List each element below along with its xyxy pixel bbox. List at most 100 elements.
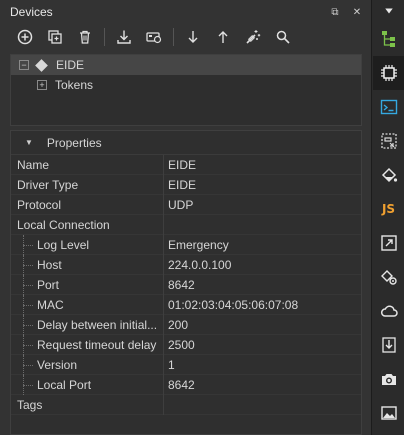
paint-bucket-icon <box>381 167 397 183</box>
rail-item-import[interactable] <box>373 328 404 362</box>
property-value[interactable]: 200 <box>164 318 188 332</box>
float-icon[interactable]: ⧉ <box>327 4 343 20</box>
property-name: Log Level <box>11 234 164 255</box>
property-value[interactable]: 8642 <box>164 278 195 292</box>
property-value[interactable]: Emergency <box>164 238 229 252</box>
property-row[interactable]: Local Connection <box>11 214 361 235</box>
property-row[interactable]: MAC 01:02:03:04:05:06:07:08 <box>11 294 361 315</box>
javascript-icon: JS <box>381 202 396 216</box>
rail-item-devices[interactable] <box>373 56 404 90</box>
search-button[interactable] <box>272 26 294 48</box>
move-up-button[interactable] <box>212 26 234 48</box>
device-button[interactable] <box>143 26 165 48</box>
property-value[interactable]: EIDE <box>164 158 196 172</box>
rail-item-external[interactable] <box>373 226 404 260</box>
tree-item-label: EIDE <box>56 58 85 72</box>
property-value[interactable]: 2500 <box>164 338 195 352</box>
panel-title: Devices <box>10 5 53 19</box>
form-icon <box>380 133 397 149</box>
image-icon <box>380 406 397 420</box>
magic-wand-icon <box>246 30 261 44</box>
expand-toggle[interactable]: + <box>37 80 47 90</box>
toolbar <box>0 24 371 50</box>
device-icon <box>146 32 162 44</box>
panel-title-bar: Devices ⧉ ✕ <box>0 0 371 24</box>
property-row[interactable]: Request timeout delay 2500 <box>11 334 361 355</box>
delete-button[interactable] <box>74 26 96 48</box>
delete-icon <box>80 30 90 44</box>
caret-down-icon <box>384 8 393 14</box>
property-row[interactable]: Version 1 <box>11 354 361 375</box>
property-row[interactable]: Tags <box>11 394 361 415</box>
cloud-icon <box>380 305 398 317</box>
tree-item-eide[interactable]: − EIDE <box>11 55 361 75</box>
rail-item-style-settings[interactable] <box>373 260 404 294</box>
rail-item-styles[interactable] <box>373 158 404 192</box>
devices-panel: Devices ⧉ ✕ − EIDE + Tokens ▼ Properties… <box>0 0 372 435</box>
property-value[interactable]: 1 <box>164 358 175 372</box>
arrow-down-icon <box>188 31 198 43</box>
property-name: Host <box>11 254 164 275</box>
copy-button[interactable] <box>44 26 66 48</box>
device-node-icon <box>35 58 48 72</box>
property-name: Request timeout delay <box>11 334 164 355</box>
property-name: Delay between initial... <box>11 314 164 335</box>
terminal-icon <box>380 99 397 115</box>
rail-menu-button[interactable] <box>373 0 404 22</box>
property-value[interactable]: UDP <box>164 198 193 212</box>
rail-item-terminal[interactable] <box>373 90 404 124</box>
toolbar-separator <box>104 28 105 46</box>
property-name: Local Connection <box>11 214 164 235</box>
rail-item-snapshot[interactable] <box>373 362 404 396</box>
rail-item-hierarchy[interactable] <box>373 22 404 56</box>
collapse-toggle[interactable]: − <box>19 60 29 70</box>
property-row[interactable]: Driver Type EIDE <box>11 174 361 195</box>
property-row[interactable]: Host 224.0.0.100 <box>11 254 361 275</box>
property-row[interactable]: Local Port 8642 <box>11 374 361 395</box>
copy-icon <box>48 30 62 44</box>
add-icon <box>17 29 33 45</box>
device-tree: − EIDE + Tokens <box>10 54 362 126</box>
close-icon[interactable]: ✕ <box>349 4 365 20</box>
rail-item-cloud[interactable] <box>373 294 404 328</box>
toolbar-separator <box>173 28 174 46</box>
camera-icon <box>381 374 396 385</box>
properties-title: Properties <box>46 135 102 150</box>
property-name: MAC <box>11 294 164 315</box>
property-name: Protocol <box>11 194 164 215</box>
property-value[interactable]: 224.0.0.100 <box>164 258 231 272</box>
properties-header[interactable]: ▼ Properties <box>11 131 361 155</box>
property-name: Version <box>11 354 164 375</box>
property-name: Port <box>11 274 164 295</box>
move-down-button[interactable] <box>182 26 204 48</box>
property-value[interactable]: 01:02:03:04:05:06:07:08 <box>164 298 298 312</box>
tree-item-tokens[interactable]: + Tokens <box>11 75 361 95</box>
property-row[interactable]: Port 8642 <box>11 274 361 295</box>
settings-bucket-icon <box>380 270 397 285</box>
search-icon <box>276 30 290 44</box>
property-name: Tags <box>11 394 164 415</box>
property-name: Driver Type <box>11 174 164 195</box>
rail-item-javascript[interactable]: JS <box>373 192 404 226</box>
download-icon <box>117 30 131 44</box>
side-tool-rail: JS <box>373 0 404 435</box>
chip-icon <box>380 65 397 81</box>
arrow-up-icon <box>218 31 228 43</box>
property-value[interactable]: EIDE <box>164 178 196 192</box>
caret-down-icon: ▼ <box>25 138 33 147</box>
property-row[interactable]: Name EIDE <box>11 154 361 175</box>
external-window-icon <box>380 235 397 251</box>
rail-item-forms[interactable] <box>373 124 404 158</box>
property-name: Name <box>11 154 164 175</box>
rail-item-images[interactable] <box>373 396 404 430</box>
import-icon <box>381 337 396 353</box>
property-row[interactable]: Protocol UDP <box>11 194 361 215</box>
property-row[interactable]: Delay between initial... 200 <box>11 314 361 335</box>
properties-grid: ▼ Properties Name EIDE Driver Type EIDE … <box>10 130 362 435</box>
add-button[interactable] <box>14 26 36 48</box>
property-name: Local Port <box>11 374 164 395</box>
property-row[interactable]: Log Level Emergency <box>11 234 361 255</box>
download-button[interactable] <box>113 26 135 48</box>
property-value[interactable]: 8642 <box>164 378 195 392</box>
magic-wand-button[interactable] <box>242 26 264 48</box>
